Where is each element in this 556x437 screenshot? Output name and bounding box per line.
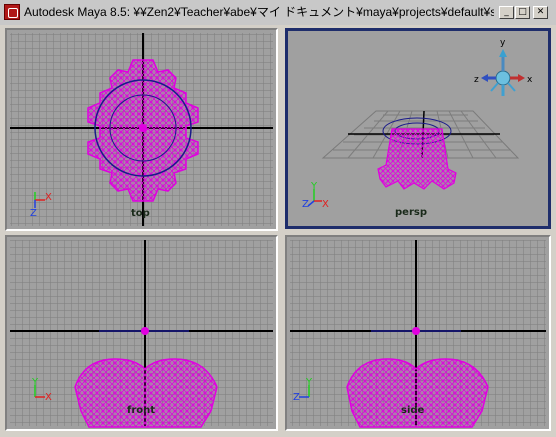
- axis-label-x: X: [322, 199, 329, 210]
- viewport-persp-canvas[interactable]: y z x Y X Z persp: [288, 31, 548, 226]
- viewport-label-top: top: [131, 208, 150, 219]
- gear-mesh-side: [346, 358, 489, 428]
- viewport-label-persp: persp: [395, 207, 427, 218]
- viewport-top-canvas[interactable]: X Z top: [7, 30, 276, 229]
- close-button[interactable]: ✕: [533, 6, 548, 19]
- viewport-persp[interactable]: y z x Y X Z persp: [285, 28, 551, 229]
- viewport-label-side: side: [401, 405, 425, 416]
- viewport-label-front: front: [127, 405, 155, 416]
- gear-mesh-front: [74, 358, 218, 428]
- view-cube-label-z: z: [474, 75, 479, 85]
- title-bar: Autodesk Maya 8.5: ¥¥Zen2¥Teacher¥abe¥マイ…: [0, 0, 556, 25]
- viewport-top[interactable]: X Z top: [5, 28, 278, 231]
- axis-label-z: Z: [293, 392, 300, 403]
- axis-label-y: Y: [31, 377, 39, 388]
- axis-label-y: Y: [310, 181, 318, 192]
- axis-label-x: X: [45, 192, 52, 203]
- view-cube-label-y: y: [500, 38, 506, 48]
- axis-label-y: Y: [305, 377, 313, 388]
- axis-label-x: X: [45, 392, 52, 403]
- viewport-front-canvas[interactable]: Y X front: [7, 237, 276, 429]
- maximize-button[interactable]: □: [515, 6, 530, 19]
- viewport-side[interactable]: Y Z side: [285, 235, 551, 431]
- viewport-front[interactable]: Y X front: [5, 235, 278, 431]
- maya-app-icon[interactable]: [4, 4, 20, 20]
- view-cube-label-x: x: [527, 75, 533, 85]
- window-title: Autodesk Maya 8.5: ¥¥Zen2¥Teacher¥abe¥マイ…: [24, 5, 494, 19]
- axis-label-z: Z: [302, 199, 309, 210]
- viewport-side-canvas[interactable]: Y Z side: [287, 237, 549, 429]
- axis-label-z: Z: [30, 208, 37, 219]
- minimize-button[interactable]: _: [499, 6, 514, 19]
